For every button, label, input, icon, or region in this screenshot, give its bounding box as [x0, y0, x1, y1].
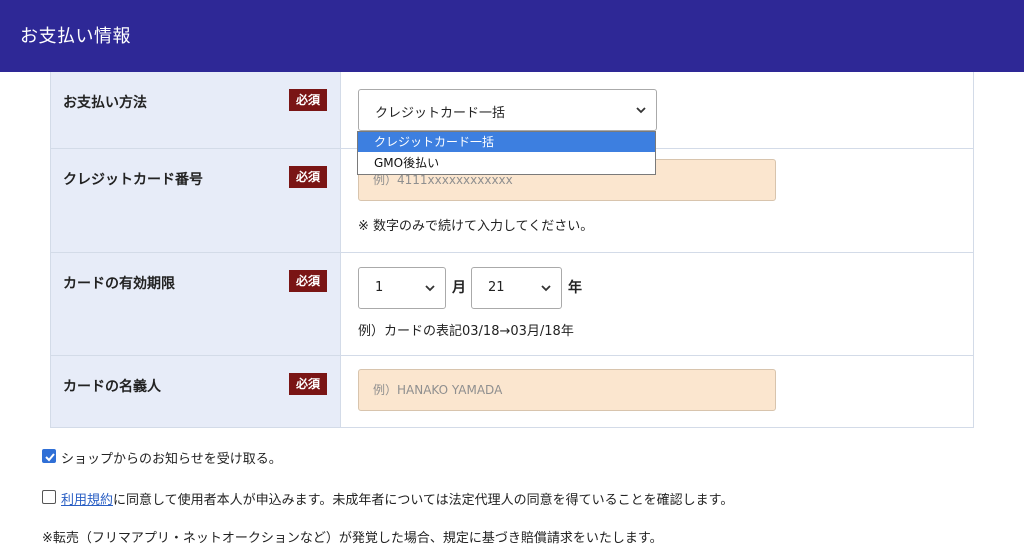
expiry-label: カードの有効期限 — [63, 276, 175, 292]
required-badge: 必須 — [289, 270, 327, 292]
chevron-down-icon — [541, 285, 551, 292]
label-cell: カードの名義人 必須 — [51, 356, 341, 427]
required-badge: 必須 — [289, 89, 327, 111]
content-cell — [342, 356, 973, 427]
chevron-down-icon — [636, 107, 646, 114]
expiry-note: 例）カードの表記03/18→03月/18年 — [358, 324, 574, 339]
form-row-card-holder: カードの名義人 必須 — [51, 355, 973, 427]
card-number-label: クレジットカード番号 — [63, 172, 203, 188]
label-cell: カードの有効期限 必須 — [51, 253, 341, 355]
expiry-month-value: 1 — [375, 280, 384, 295]
label-cell: クレジットカード番号 必須 — [51, 149, 341, 252]
year-unit-label: 年 — [568, 280, 582, 296]
expiry-month-select[interactable]: 1 — [358, 267, 446, 309]
newsletter-label: ショップからのお知らせを受け取る。 — [61, 452, 282, 467]
form-row-expiry: カードの有効期限 必須 1 月 21 年 例）カードの表記03/18→03月/1… — [51, 252, 973, 355]
page-title: お支払い情報 — [20, 26, 131, 47]
page-header: お支払い情報 — [0, 0, 1024, 72]
terms-link[interactable]: 利用規約 — [61, 493, 113, 508]
card-holder-label: カードの名義人 — [63, 379, 161, 395]
content-cell: 1 月 21 年 例）カードの表記03/18→03月/18年 — [342, 253, 973, 355]
dropdown-option-credit-card[interactable]: クレジットカード一括 — [358, 132, 655, 152]
expiry-year-select[interactable]: 21 — [471, 267, 562, 309]
newsletter-checkbox[interactable] — [42, 449, 56, 463]
resale-footnote: ※転売（フリマアプリ・ネットオークションなど）が発覚した場合、規定に基づき賠償請… — [42, 531, 663, 546]
terms-label: 利用規約に同意して使用者本人が申込みます。未成年者については法定代理人の同意を得… — [61, 489, 733, 508]
required-badge: 必須 — [289, 373, 327, 395]
required-badge: 必須 — [289, 166, 327, 188]
chevron-down-icon — [425, 285, 435, 292]
terms-label-rest: に同意して使用者本人が申込みます。未成年者については法定代理人の同意を得ているこ… — [113, 493, 734, 508]
payment-method-dropdown-list: クレジットカード一括 GMO後払い — [357, 131, 656, 175]
payment-method-label: お支払い方法 — [63, 95, 147, 111]
card-number-note: ※ 数字のみで続けて入力してください。 — [358, 219, 594, 234]
card-holder-input[interactable] — [358, 369, 776, 411]
month-unit-label: 月 — [452, 280, 466, 296]
dropdown-option-gmo-deferred[interactable]: GMO後払い — [358, 153, 655, 173]
payment-method-selected-value: クレジットカード一括 — [375, 106, 506, 121]
payment-method-select[interactable]: クレジットカード一括 — [358, 89, 657, 131]
checkmark-icon — [45, 453, 55, 462]
terms-checkbox[interactable] — [42, 490, 56, 504]
expiry-year-value: 21 — [488, 280, 505, 295]
label-cell: お支払い方法 必須 — [51, 72, 341, 148]
payment-form-table: お支払い方法 必須 クレジットカード一括 クレジットカード番号 必須 ※ 数字の… — [50, 72, 974, 428]
